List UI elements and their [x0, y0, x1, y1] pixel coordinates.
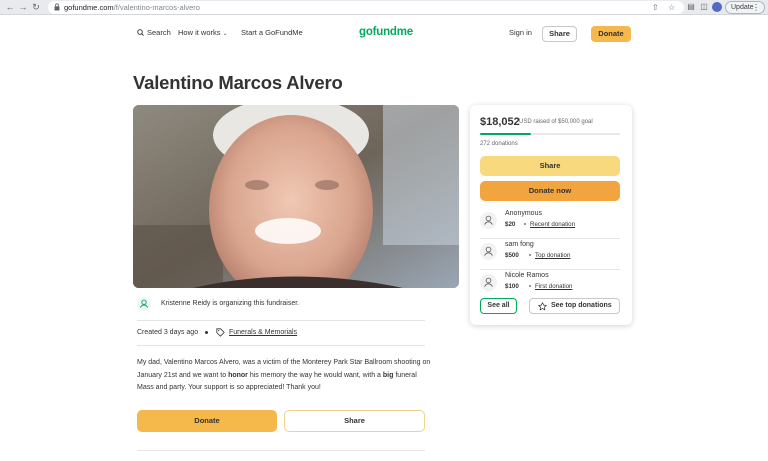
- share-page-icon[interactable]: ⇧: [652, 2, 659, 13]
- update-button[interactable]: Update ⋮: [725, 1, 765, 14]
- forward-icon[interactable]: →: [17, 1, 29, 13]
- menu-dots-icon[interactable]: ⋮: [752, 2, 760, 13]
- divider: [480, 238, 620, 239]
- tag-icon: [216, 328, 225, 337]
- bullet-separator: [205, 331, 208, 334]
- donation-count: 272 donations: [480, 141, 518, 147]
- start-gofundme-link[interactable]: Start a GoFundMe: [241, 28, 303, 38]
- progress-fill: [480, 133, 531, 135]
- donor-avatar-icon: [480, 212, 497, 229]
- url-text: gofundme.com/f/valentino-marcos-alvero: [64, 3, 200, 12]
- see-top-donations-button[interactable]: See top donations: [529, 298, 620, 314]
- address-bar[interactable]: gofundme.com/f/valentino-marcos-alvero ⇧…: [48, 1, 684, 14]
- header-donate-button[interactable]: Donate: [591, 26, 631, 42]
- donor-type-link[interactable]: Top donation: [535, 252, 570, 259]
- bullet-separator: [529, 254, 531, 256]
- donor-item: sam fong $500 Top donation: [480, 240, 620, 270]
- category-link[interactable]: Funerals & Memorials: [229, 329, 297, 336]
- extension-icon[interactable]: ▤: [686, 2, 696, 12]
- header-share-button[interactable]: Share: [542, 26, 577, 42]
- see-all-button[interactable]: See all: [480, 298, 517, 314]
- campaign-story: My dad, Valentino Marcos Alvero, was a v…: [137, 359, 431, 391]
- divider: [137, 450, 425, 451]
- reload-icon[interactable]: ↻: [30, 1, 42, 13]
- donor-item: Anonymous $20 Recent donation: [480, 209, 620, 239]
- donor-type-link[interactable]: First donation: [535, 283, 573, 290]
- donor-name: Nicole Ramos: [505, 272, 549, 279]
- share-button[interactable]: Share: [284, 410, 425, 432]
- goal-text: USD raised of $50,000 goal: [519, 119, 593, 125]
- organizer-avatar-icon: [137, 297, 151, 311]
- donate-now-button[interactable]: Donate now: [480, 181, 620, 201]
- browser-toolbar: ← → ↻ gofundme.com/f/valentino-marcos-al…: [0, 0, 768, 15]
- how-it-works-link[interactable]: How it works ⌄: [178, 28, 228, 39]
- campaign-photo: [133, 105, 459, 288]
- lock-icon: [54, 3, 60, 11]
- search-link[interactable]: Search: [147, 28, 171, 38]
- raised-amount: $18,052: [480, 116, 520, 128]
- card-share-button[interactable]: Share: [480, 156, 620, 176]
- gofundme-logo[interactable]: gofundme: [359, 26, 413, 38]
- donor-amount: $500: [505, 252, 519, 259]
- donation-card: $18,052 USD raised of $50,000 goal 272 d…: [470, 105, 632, 325]
- search-icon[interactable]: [137, 29, 144, 36]
- donor-avatar-icon: [480, 274, 497, 291]
- donor-item: Nicole Ramos $100 First donation: [480, 271, 620, 301]
- back-icon[interactable]: ←: [4, 1, 16, 13]
- bullet-separator: [524, 223, 526, 225]
- donate-button[interactable]: Donate: [137, 410, 277, 432]
- donor-name: Anonymous: [505, 210, 542, 217]
- profile-avatar[interactable]: [712, 2, 722, 12]
- star-icon: [538, 302, 547, 311]
- created-date: Created 3 days ago: [137, 329, 199, 336]
- sign-in-link[interactable]: Sign in: [509, 28, 532, 38]
- donor-name: sam fong: [505, 241, 534, 248]
- donor-amount: $20: [505, 221, 516, 228]
- bookmark-star-icon[interactable]: ☆: [668, 2, 675, 13]
- divider: [480, 269, 620, 270]
- donor-type-link[interactable]: Recent donation: [530, 221, 575, 228]
- progress-bar: [480, 133, 620, 135]
- bullet-separator: [529, 285, 531, 287]
- chevron-down-icon: ⌄: [222, 31, 228, 37]
- campaign-title: Valentino Marcos Alvero: [133, 72, 343, 93]
- divider: [137, 345, 425, 346]
- donor-avatar-icon: [480, 243, 497, 260]
- donor-amount: $100: [505, 283, 519, 290]
- organizer-text: Kristenne Reidy is organizing this fundr…: [161, 300, 300, 307]
- sidepanel-icon[interactable]: ◫: [699, 2, 709, 12]
- divider: [137, 320, 425, 321]
